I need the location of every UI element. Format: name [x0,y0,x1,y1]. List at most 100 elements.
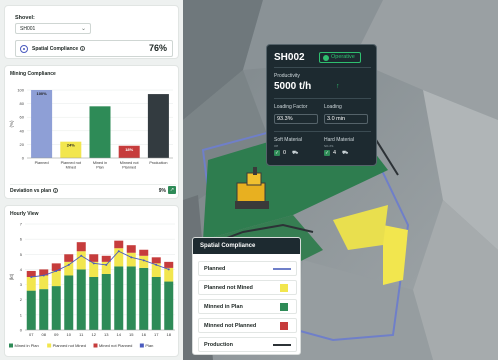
shovel-icon[interactable] [233,165,273,215]
legend-swatch [9,343,13,348]
y-tick-label: 3 [20,282,23,287]
mining-compliance-card: Mining Compliance 0 20 40 60 80 100 (%) 100% Pla… [4,65,179,199]
shovel-select[interactable]: SH001 ⌄ [15,23,91,34]
loading-value: 3.0 min [324,114,368,124]
soft-material-count: 0 [283,150,287,156]
plan-point [80,254,83,257]
bar-segment [76,242,86,252]
legend-swatch [139,343,144,348]
bar-segment [164,281,174,330]
y-tick-label: 7 [20,222,23,227]
bar-segment [101,261,111,274]
y-tick-label: 40 [20,128,25,133]
x-tick-label: Planned [122,166,136,170]
plan-point [142,259,145,262]
data-label: 18% [125,147,133,152]
x-tick-label: 08 [42,332,47,337]
left-panel: Shovel: SH001 ⌄ Spatial Compliance i 76% … [0,0,183,360]
x-tick-label: 17 [154,332,159,337]
divider [274,98,371,99]
arrow-up-icon: ↑ [336,83,340,90]
legend-item-planned-not-mined[interactable]: Planned not Mined [198,280,297,295]
bar-segment [89,254,99,262]
bar-segment [151,257,161,264]
legend-swatch [280,303,288,311]
legend-item-minned-not-planned[interactable]: Minned not Planned [198,318,297,333]
bar [147,94,169,158]
checkbox-hard-icon[interactable]: ✓ [324,150,330,156]
productivity-label: Productivity [274,73,300,79]
y-tick-label: 6 [20,237,23,242]
legend-title: Spatial Compliance [193,238,300,254]
hard-material-count: 4 [333,150,337,156]
spatial-compliance-label: Spatial Compliance i [32,46,86,52]
truck-icon: ⛟ [292,150,299,156]
x-tick-label: 09 [54,332,59,337]
bar-segment [64,254,74,262]
hourly-view-chart: 01234567(kt)07 08 09 10 11 12 13 14 15 16 17 18Mine… [9,222,175,348]
deviation-label: Deviation vs plan i [10,188,59,194]
checkbox-soft-icon[interactable]: ✓ [274,150,280,156]
plan-point [92,262,95,265]
bar-segment [151,277,161,330]
x-tick-label: 11 [79,332,84,337]
bar-segment [114,266,124,330]
divider [274,67,371,68]
x-tick-label: Plan [96,166,104,170]
bar-segment [101,273,111,330]
bar-segment [126,266,136,330]
legend-item-minned-in-plan[interactable]: Minned in Plan [198,299,297,314]
x-tick-label: 07 [29,332,34,337]
hourly-view-title: Hourly View [10,211,39,217]
plan-point [55,269,58,272]
chevron-down-icon: ⌄ [80,26,86,32]
bar-segment [26,290,36,330]
legend-swatch [93,343,98,348]
target-icon [20,45,28,53]
x-tick-label: Mined [66,166,76,170]
plan-point [67,263,70,266]
x-tick-label: 10 [67,332,72,337]
legend-item-planned[interactable]: Planned [198,261,297,276]
deviation-row: Deviation vs plan i 9% ↗ [10,184,176,194]
x-tick-label: 16 [142,332,147,337]
bar-segment [51,286,61,330]
loading-factor-label: Loading Factor [274,104,308,110]
y-tick-label: 0 [22,156,25,161]
spatial-compliance-row: Spatial Compliance i 76% [15,40,173,57]
shovel-card: Shovel: SH001 ⌄ Spatial Compliance i 76% [4,5,179,59]
plan-point [117,250,120,253]
x-tick-label: Mined in [93,161,107,165]
info-icon[interactable]: i [53,188,59,194]
data-label: 100% [36,91,47,96]
info-icon[interactable]: i [80,46,86,52]
plan-point [167,268,170,271]
deviation-value: 9% [158,188,166,194]
x-tick-label: 13 [104,332,109,337]
bar-segment [164,261,174,268]
y-tick-label: 4 [20,267,23,272]
status-badge: Operative [319,52,361,63]
bar-segment [126,245,136,253]
bar [31,90,53,158]
bar-segment [64,275,74,330]
legend-swatch [273,344,291,346]
x-tick-label: Production [149,161,167,165]
arrow-up-icon: ↗ [168,186,176,194]
shovel-select-value: SH001 [20,26,36,32]
y-tick-label: 1 [20,312,23,317]
spatial-compliance-legend: Spatial Compliance Planned Planned not M… [192,237,301,355]
bar-segment [139,249,149,256]
legend-item-production[interactable]: Production [198,337,297,352]
plan-point [155,263,158,266]
y-tick-label: 0 [20,328,23,333]
mining-compliance-chart: 0 20 40 60 80 100 (%) 100% Planned 24% Planned not… [9,88,173,170]
mining-compliance-title: Mining Compliance [10,71,56,77]
x-tick-label: 14 [117,332,122,337]
bar-segment [76,269,86,330]
x-tick-label: 15 [129,332,134,337]
shovel-title: Shovel: [15,15,35,21]
divider [274,131,371,132]
y-tick-label: 60 [20,115,25,120]
hard-material-label: Hard Material [324,137,355,143]
